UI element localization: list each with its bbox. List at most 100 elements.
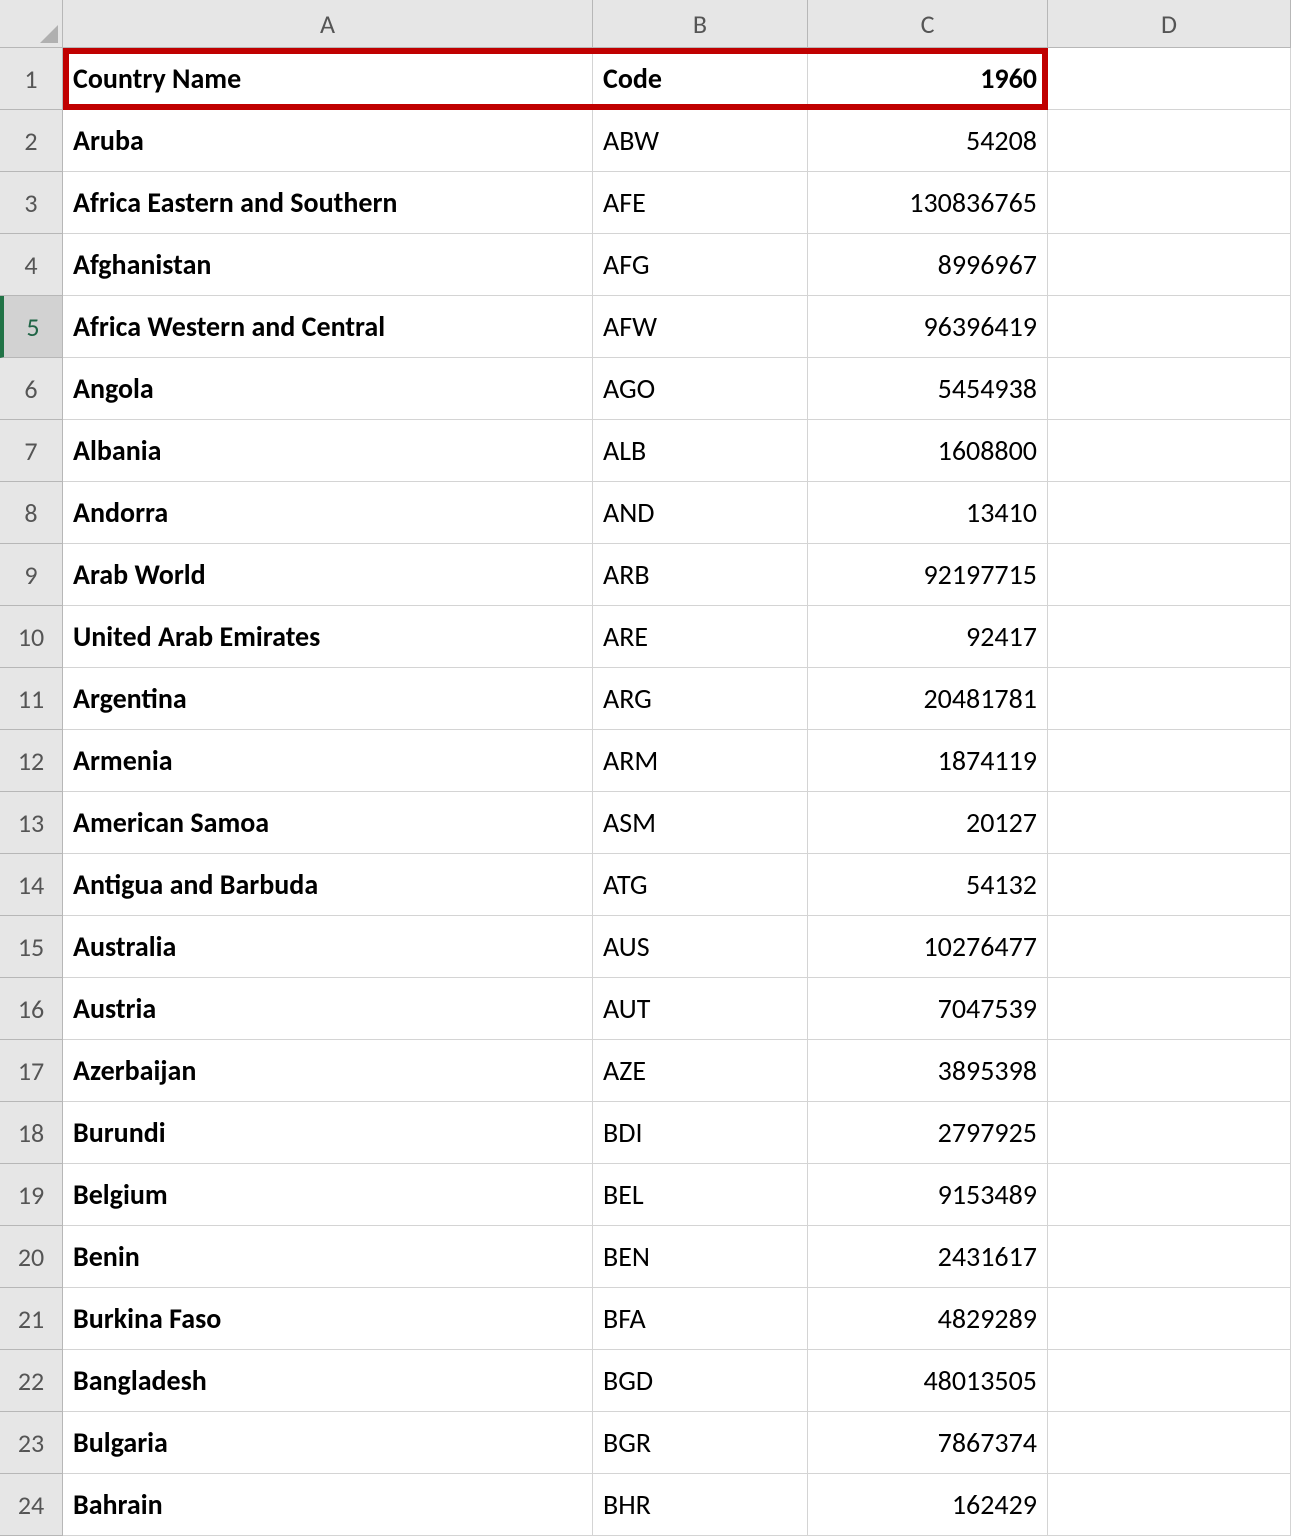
cell-value[interactable]: 10276477	[808, 916, 1048, 978]
row-header-5[interactable]: 5	[0, 296, 63, 358]
cell-empty[interactable]	[1048, 482, 1291, 544]
cell-value[interactable]: 1608800	[808, 420, 1048, 482]
cell-value[interactable]: 130836765	[808, 172, 1048, 234]
cell-country-name[interactable]: Angola	[63, 358, 593, 420]
row-header-11[interactable]: 11	[0, 668, 63, 730]
cell-empty[interactable]	[1048, 1226, 1291, 1288]
cell-code[interactable]: ARG	[593, 668, 808, 730]
row-header-13[interactable]: 13	[0, 792, 63, 854]
cell-empty[interactable]	[1048, 1412, 1291, 1474]
cell-country-name[interactable]: Australia	[63, 916, 593, 978]
cell-code[interactable]: BDI	[593, 1102, 808, 1164]
cell-empty[interactable]	[1048, 1288, 1291, 1350]
cell-value[interactable]: 162429	[808, 1474, 1048, 1536]
select-all-corner[interactable]	[0, 0, 63, 48]
header-code[interactable]: Code	[593, 48, 808, 110]
cell-code[interactable]: BEL	[593, 1164, 808, 1226]
row-header-17[interactable]: 17	[0, 1040, 63, 1102]
cell-code[interactable]: AZE	[593, 1040, 808, 1102]
cell-value[interactable]: 92197715	[808, 544, 1048, 606]
cell-empty[interactable]	[1048, 730, 1291, 792]
cell-country-name[interactable]: Aruba	[63, 110, 593, 172]
row-header-16[interactable]: 16	[0, 978, 63, 1040]
cell-country-name[interactable]: Benin	[63, 1226, 593, 1288]
cell-country-name[interactable]: Bahrain	[63, 1474, 593, 1536]
cell-empty[interactable]	[1048, 1164, 1291, 1226]
cell-empty[interactable]	[1048, 1040, 1291, 1102]
cell-value[interactable]: 3895398	[808, 1040, 1048, 1102]
cell-value[interactable]: 20127	[808, 792, 1048, 854]
cell-value[interactable]: 4829289	[808, 1288, 1048, 1350]
cell-code[interactable]: AUS	[593, 916, 808, 978]
cell-empty[interactable]	[1048, 916, 1291, 978]
cell-empty[interactable]	[1048, 358, 1291, 420]
row-header-8[interactable]: 8	[0, 482, 63, 544]
row-header-24[interactable]: 24	[0, 1474, 63, 1536]
cell-value[interactable]: 7867374	[808, 1412, 1048, 1474]
cell-country-name[interactable]: Azerbaijan	[63, 1040, 593, 1102]
row-header-20[interactable]: 20	[0, 1226, 63, 1288]
cell-empty[interactable]	[1048, 978, 1291, 1040]
cell-code[interactable]: ASM	[593, 792, 808, 854]
cell-value[interactable]: 54208	[808, 110, 1048, 172]
cell-value[interactable]: 48013505	[808, 1350, 1048, 1412]
row-header-1[interactable]: 1	[0, 48, 63, 110]
column-header-B[interactable]: B	[593, 0, 808, 48]
cell-country-name[interactable]: Arab World	[63, 544, 593, 606]
cell-code[interactable]: AGO	[593, 358, 808, 420]
row-header-7[interactable]: 7	[0, 420, 63, 482]
cell-empty[interactable]	[1048, 1102, 1291, 1164]
cell-value[interactable]: 2431617	[808, 1226, 1048, 1288]
cell-code[interactable]: BGR	[593, 1412, 808, 1474]
cell-country-name[interactable]: United Arab Emirates	[63, 606, 593, 668]
cell-code[interactable]: AUT	[593, 978, 808, 1040]
cell-empty[interactable]	[1048, 606, 1291, 668]
cell-country-name[interactable]: American Samoa	[63, 792, 593, 854]
cell-empty[interactable]	[1048, 420, 1291, 482]
cell-country-name[interactable]: Africa Western and Central	[63, 296, 593, 358]
row-header-15[interactable]: 15	[0, 916, 63, 978]
cell-country-name[interactable]: Argentina	[63, 668, 593, 730]
cell-country-name[interactable]: Antigua and Barbuda	[63, 854, 593, 916]
row-header-3[interactable]: 3	[0, 172, 63, 234]
cell-country-name[interactable]: Bulgaria	[63, 1412, 593, 1474]
cell-code[interactable]: ALB	[593, 420, 808, 482]
cell-code[interactable]: ATG	[593, 854, 808, 916]
cell-value[interactable]: 9153489	[808, 1164, 1048, 1226]
cell-value[interactable]: 5454938	[808, 358, 1048, 420]
cell-code[interactable]: BEN	[593, 1226, 808, 1288]
cell-code[interactable]: BGD	[593, 1350, 808, 1412]
cell-code[interactable]: AFW	[593, 296, 808, 358]
cell-country-name[interactable]: Burundi	[63, 1102, 593, 1164]
cell-empty[interactable]	[1048, 48, 1291, 110]
header-country-name[interactable]: Country Name	[63, 48, 593, 110]
cell-code[interactable]: ARM	[593, 730, 808, 792]
cell-value[interactable]: 7047539	[808, 978, 1048, 1040]
row-header-18[interactable]: 18	[0, 1102, 63, 1164]
cell-code[interactable]: BFA	[593, 1288, 808, 1350]
column-header-A[interactable]: A	[63, 0, 593, 48]
row-header-23[interactable]: 23	[0, 1412, 63, 1474]
cell-code[interactable]: ARB	[593, 544, 808, 606]
header-year[interactable]: 1960	[808, 48, 1048, 110]
cell-value[interactable]: 2797925	[808, 1102, 1048, 1164]
row-header-10[interactable]: 10	[0, 606, 63, 668]
row-header-21[interactable]: 21	[0, 1288, 63, 1350]
cell-empty[interactable]	[1048, 296, 1291, 358]
cell-value[interactable]: 96396419	[808, 296, 1048, 358]
cell-empty[interactable]	[1048, 172, 1291, 234]
cell-value[interactable]: 20481781	[808, 668, 1048, 730]
cell-value[interactable]: 8996967	[808, 234, 1048, 296]
cell-empty[interactable]	[1048, 110, 1291, 172]
cell-country-name[interactable]: Austria	[63, 978, 593, 1040]
row-header-22[interactable]: 22	[0, 1350, 63, 1412]
row-header-12[interactable]: 12	[0, 730, 63, 792]
cell-country-name[interactable]: Bangladesh	[63, 1350, 593, 1412]
row-header-6[interactable]: 6	[0, 358, 63, 420]
cell-value[interactable]: 13410	[808, 482, 1048, 544]
cell-empty[interactable]	[1048, 1350, 1291, 1412]
row-header-9[interactable]: 9	[0, 544, 63, 606]
row-header-19[interactable]: 19	[0, 1164, 63, 1226]
cell-code[interactable]: AND	[593, 482, 808, 544]
cell-country-name[interactable]: Burkina Faso	[63, 1288, 593, 1350]
